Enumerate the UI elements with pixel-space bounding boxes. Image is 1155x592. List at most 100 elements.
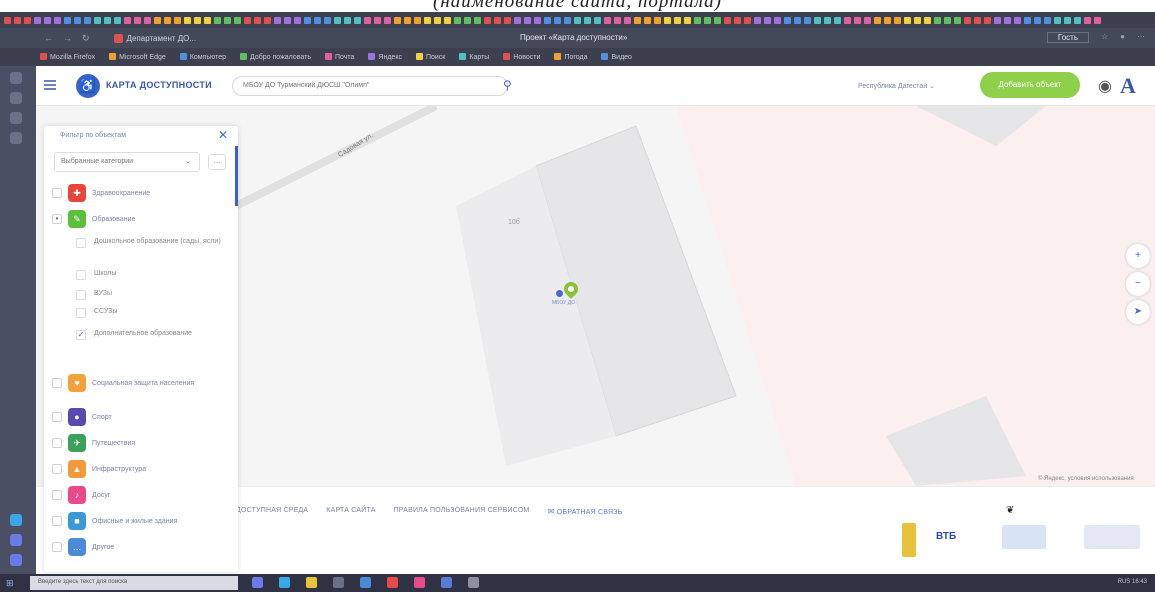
browser-tab-icon[interactable]	[244, 16, 251, 24]
taskbar-app-icon[interactable]	[360, 577, 371, 588]
category-item[interactable]: ♪ Досуг	[52, 484, 212, 506]
os-app-icon[interactable]	[10, 132, 22, 144]
browser-tab-icon[interactable]	[1004, 16, 1011, 24]
browser-tab-icon[interactable]	[914, 16, 921, 24]
close-icon[interactable]: ✕	[218, 128, 228, 142]
browser-tab-icon[interactable]	[574, 16, 581, 24]
category-item[interactable]: ▲ Инфраструктура	[52, 458, 212, 480]
browser-active-tab[interactable]: Департамент ДО...	[113, 33, 196, 43]
low-vision-icon[interactable]: ◉	[1098, 76, 1112, 96]
browser-tab-icon[interactable]	[944, 16, 951, 24]
browser-tab-icon[interactable]	[844, 16, 851, 24]
subcategory-item[interactable]: ССУЗы	[76, 308, 224, 318]
bookmark-item[interactable]: Microsoft Edge	[109, 53, 166, 61]
subcategory-item[interactable]: Дошкольное образование (сады, ясли)	[76, 238, 224, 248]
browser-tab-icon[interactable]	[684, 16, 691, 24]
browser-tab-icon[interactable]	[124, 16, 131, 24]
browser-tab-icon[interactable]	[174, 16, 181, 24]
browser-tab-icon[interactable]	[934, 16, 941, 24]
browser-tab-icon[interactable]	[44, 16, 51, 24]
browser-tab-icon[interactable]	[144, 16, 151, 24]
browser-tab-icon[interactable]	[104, 16, 111, 24]
category-checkbox[interactable]	[52, 378, 62, 388]
browser-tab-icon[interactable]	[824, 16, 831, 24]
browser-tab-icon[interactable]	[564, 16, 571, 24]
account-icon[interactable]: ●	[1120, 32, 1125, 43]
reload-icon[interactable]: ↻	[82, 33, 90, 44]
region-select[interactable]: Республика Дагестан ⌄	[858, 82, 935, 90]
browser-tab-icon[interactable]	[414, 16, 421, 24]
browser-tab-icon[interactable]	[444, 16, 451, 24]
bookmark-item[interactable]: Добро пожаловать	[240, 53, 311, 61]
browser-tab-icon[interactable]	[354, 16, 361, 24]
browser-tab-icon[interactable]	[514, 16, 521, 24]
browser-tab-icon[interactable]	[964, 16, 971, 24]
browser-tab-icon[interactable]	[484, 16, 491, 24]
os-app-icon[interactable]	[10, 112, 22, 124]
os-app-icon[interactable]	[10, 554, 22, 566]
browser-tab-icon[interactable]	[784, 16, 791, 24]
browser-tab-icon[interactable]	[374, 16, 381, 24]
category-item[interactable]: … Другое	[52, 536, 212, 558]
menu-icon[interactable]: ⋯	[1137, 32, 1145, 43]
browser-tab-icon[interactable]	[344, 16, 351, 24]
taskbar-app-icon[interactable]	[441, 577, 452, 588]
browser-tab-icon[interactable]	[804, 16, 811, 24]
browser-tab-icon[interactable]	[264, 16, 271, 24]
browser-tab-icon[interactable]	[334, 16, 341, 24]
os-app-icon[interactable]	[10, 514, 22, 526]
browser-tab-icon[interactable]	[524, 16, 531, 24]
browser-tab-icon[interactable]	[544, 16, 551, 24]
browser-tab-icon[interactable]	[694, 16, 701, 24]
browser-tab-icon[interactable]	[294, 16, 301, 24]
browser-tab-icon[interactable]	[434, 16, 441, 24]
browser-tab-icon[interactable]	[1014, 16, 1021, 24]
browser-tab-icon[interactable]	[274, 16, 281, 24]
browser-tab-icon[interactable]	[84, 16, 91, 24]
taskbar-search-input[interactable]: Введите здесь текст для поиска	[30, 576, 238, 590]
footer-link[interactable]: ПРАВИЛА ПОЛЬЗОВАНИЯ СЕРВИСОМ	[394, 507, 530, 516]
browser-tab-icon[interactable]	[674, 16, 681, 24]
browser-tab-icon[interactable]	[234, 16, 241, 24]
browser-tab-icon[interactable]	[644, 16, 651, 24]
browser-tab-icon[interactable]	[924, 16, 931, 24]
browser-tab-icon[interactable]	[654, 16, 661, 24]
browser-tab-icon[interactable]	[454, 16, 461, 24]
browser-tab-icon[interactable]	[314, 16, 321, 24]
browser-tab-icon[interactable]	[214, 16, 221, 24]
browser-tab-icon[interactable]	[494, 16, 501, 24]
browser-tab-icon[interactable]	[184, 16, 191, 24]
browser-tab-icon[interactable]	[764, 16, 771, 24]
browser-tab-icon[interactable]	[1034, 16, 1041, 24]
taskbar-app-icon[interactable]	[252, 577, 263, 588]
zoom-out-button[interactable]: −	[1126, 272, 1150, 296]
category-item[interactable]: ♥ Социальная защита населения	[52, 372, 212, 394]
browser-tab-icon[interactable]	[814, 16, 821, 24]
browser-tab-icon[interactable]	[1074, 16, 1081, 24]
forward-icon[interactable]: →	[63, 33, 72, 44]
footer-link[interactable]: КАРТА САЙТА	[326, 507, 375, 516]
browser-tab-icon[interactable]	[854, 16, 861, 24]
browser-tab-icon[interactable]	[534, 16, 541, 24]
category-item[interactable]: ✚ Здравоохранение	[52, 182, 212, 204]
bookmark-item[interactable]: Поиск	[416, 53, 445, 61]
bookmark-item[interactable]: Погода	[554, 53, 587, 61]
browser-tab-icon[interactable]	[14, 16, 21, 24]
category-checkbox[interactable]	[52, 516, 62, 526]
browser-tab-icon[interactable]	[1054, 16, 1061, 24]
subcategory-checkbox[interactable]: ✓	[76, 330, 86, 340]
category-checkbox[interactable]	[52, 438, 62, 448]
os-app-icon[interactable]	[10, 534, 22, 546]
subcategory-item[interactable]: ВУЗы	[76, 290, 224, 300]
bookmark-item[interactable]: Яндекс	[368, 53, 402, 61]
category-checkbox[interactable]	[52, 188, 62, 198]
subcategory-checkbox[interactable]	[76, 290, 86, 300]
category-checkbox[interactable]	[52, 542, 62, 552]
browser-tab-icon[interactable]	[834, 16, 841, 24]
browser-tab-icon[interactable]	[884, 16, 891, 24]
browser-tab-icon[interactable]	[464, 16, 471, 24]
browser-tab-icon[interactable]	[154, 16, 161, 24]
browser-tab-icon[interactable]	[724, 16, 731, 24]
category-item[interactable]: • ✎ Образование	[52, 208, 212, 230]
star-icon[interactable]: ☆	[1101, 32, 1108, 43]
